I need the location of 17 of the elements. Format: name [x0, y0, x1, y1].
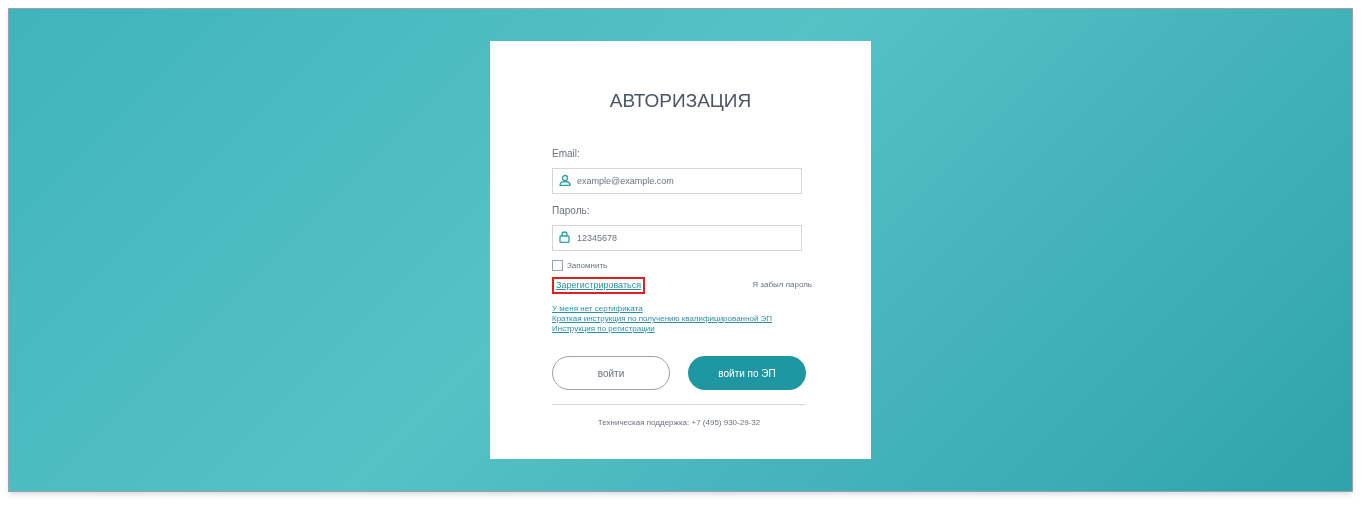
login-title: АВТОРИЗАЦИЯ: [608, 89, 753, 113]
help-link[interactable]: У меня нет сертификата: [552, 304, 809, 314]
remember-checkbox[interactable]: [552, 260, 563, 271]
help-link[interactable]: Краткая инструкция по получению квалифицированной ЭП: [552, 314, 809, 324]
remember-label: Запомнить: [567, 259, 608, 272]
password-label: Пароль:: [552, 203, 591, 218]
email-field[interactable]: example@example.com: [552, 167, 802, 194]
help-link[interactable]: Инструкция по регистрации: [552, 324, 809, 334]
password-field[interactable]: 12345678: [552, 224, 802, 251]
user-icon: [559, 173, 571, 186]
ep-login-button[interactable]: войти по ЭП: [688, 356, 806, 390]
login-button[interactable]: войти: [552, 356, 670, 390]
support-text: Техническая поддержка: +7 (495) 930-29-32: [596, 417, 762, 429]
register-link[interactable]: Зарегистрироваться: [552, 276, 646, 294]
forgot-password-link[interactable]: Я забыл пароль: [752, 279, 812, 292]
lock-icon: [559, 230, 570, 243]
email-label: Email:: [552, 146, 581, 161]
